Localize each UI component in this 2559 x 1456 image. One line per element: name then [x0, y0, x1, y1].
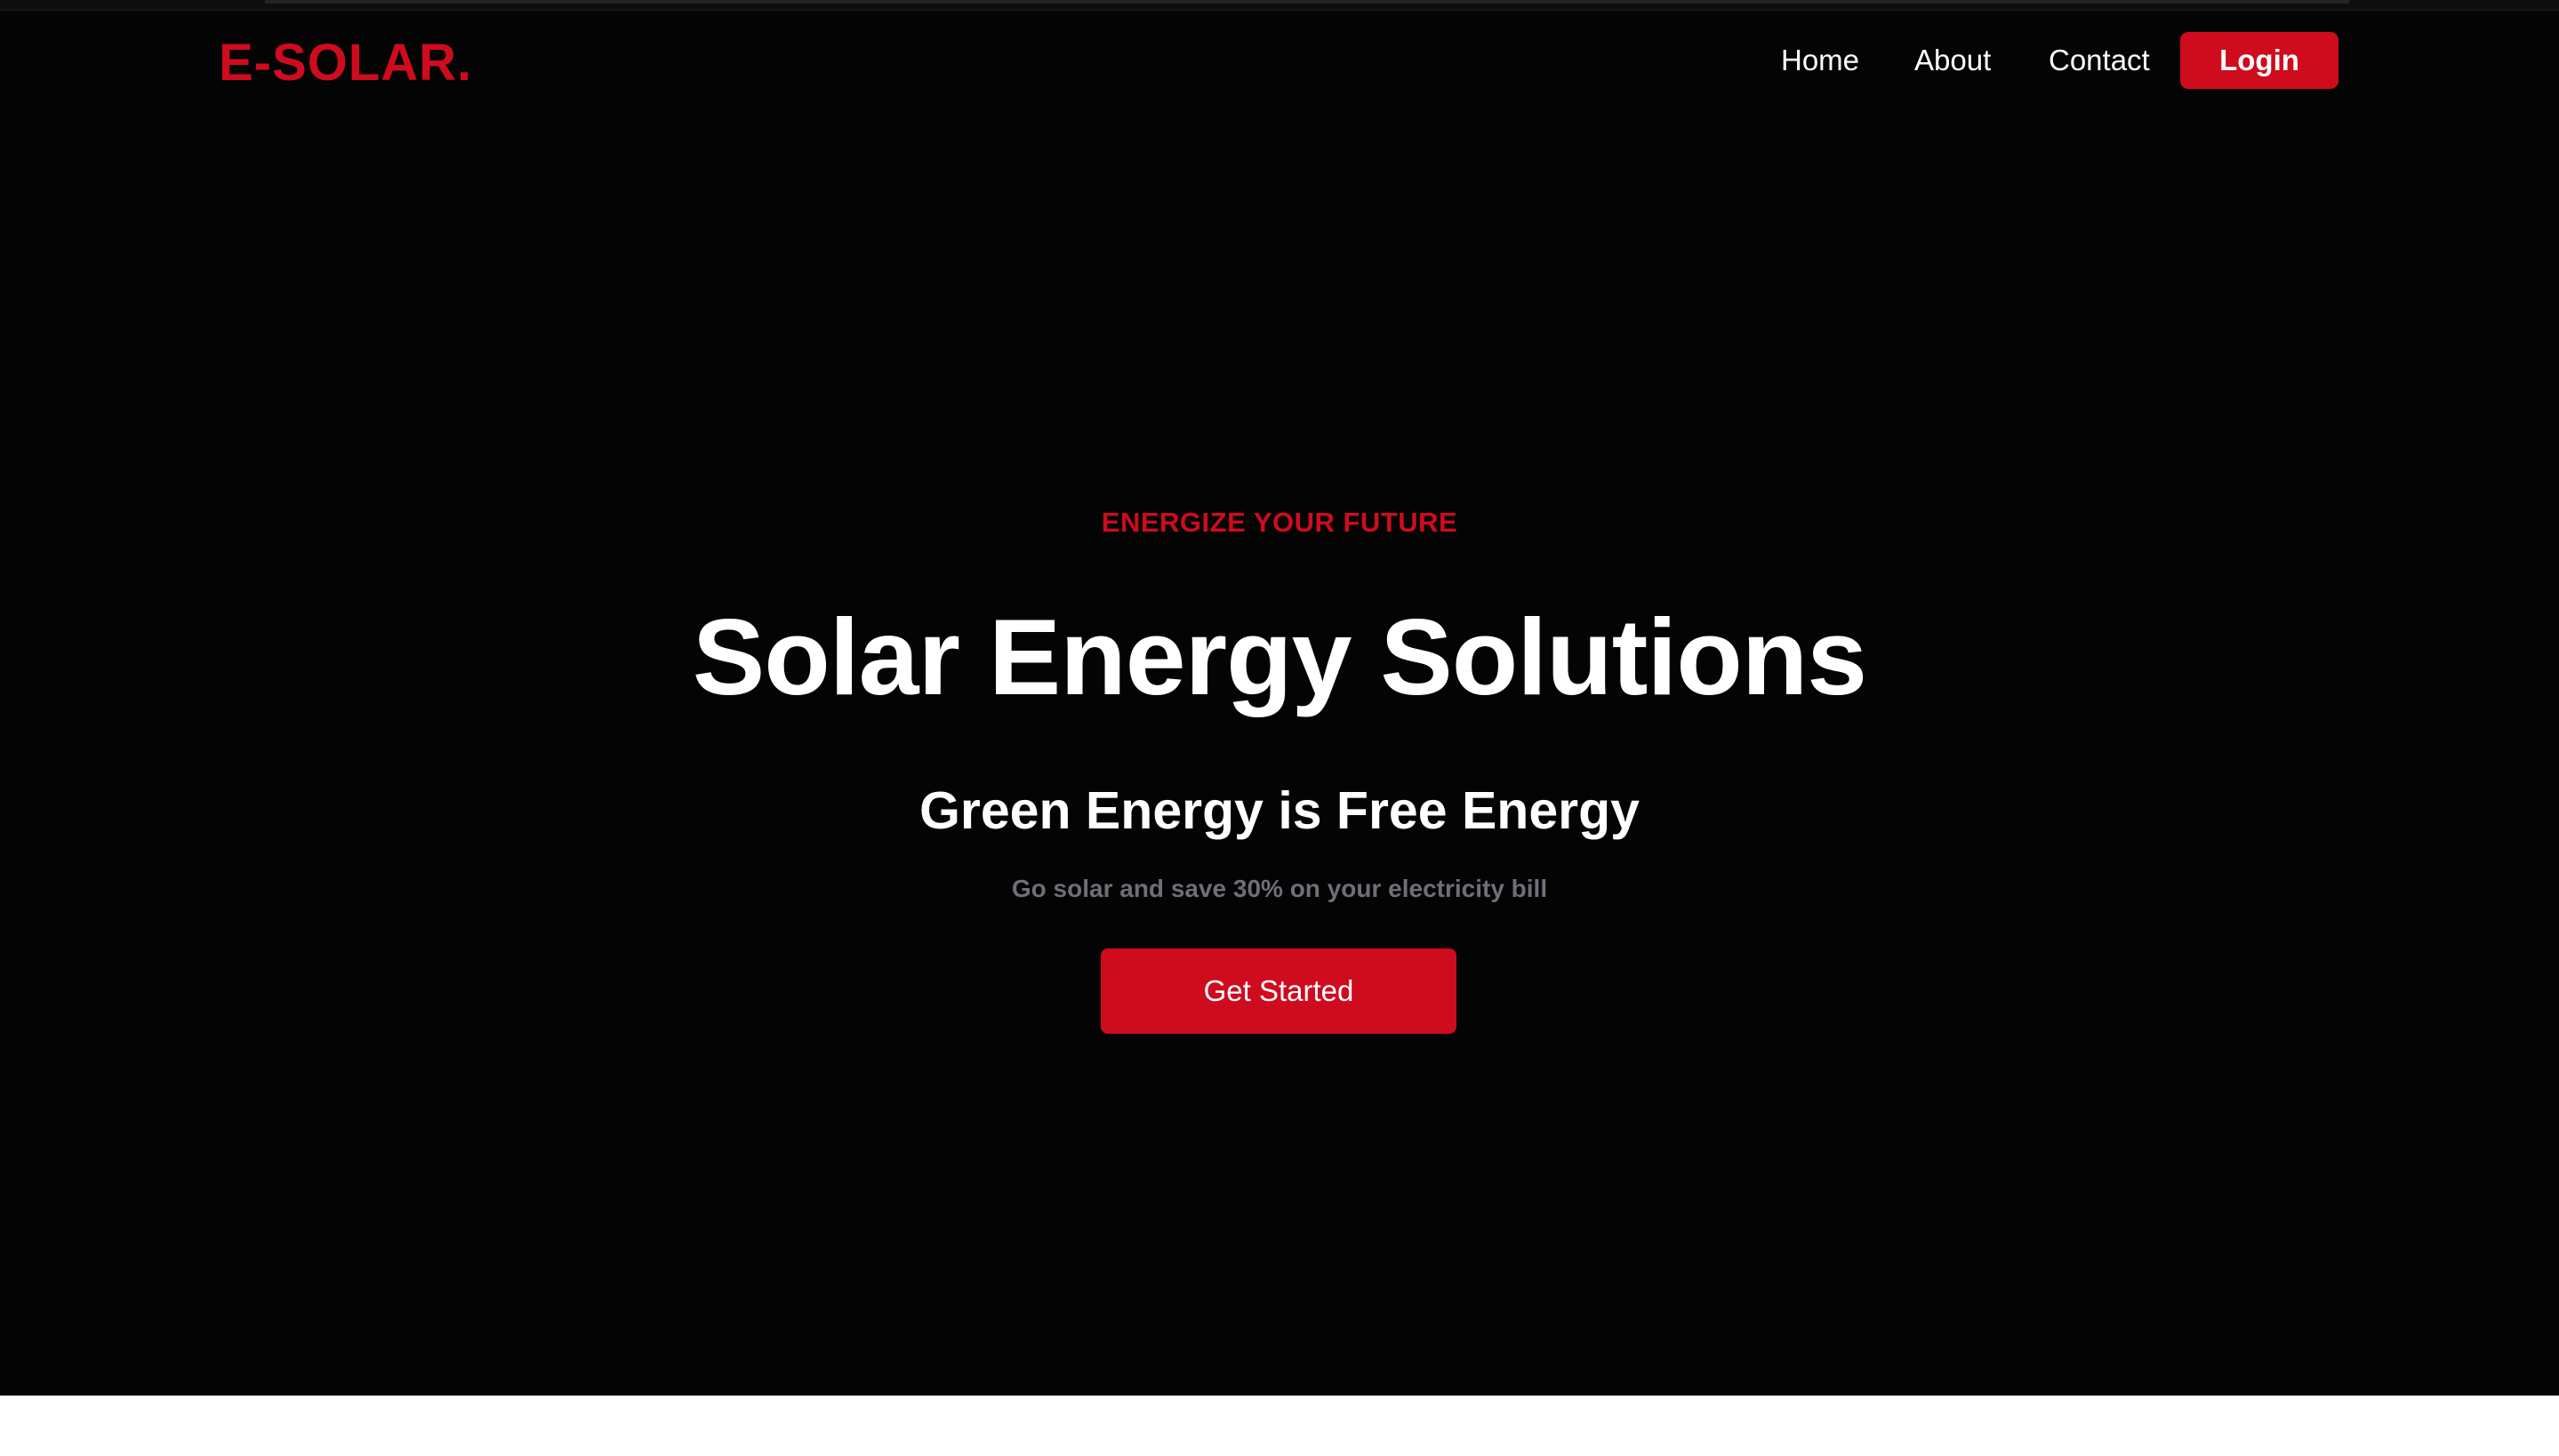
brand-logo[interactable]: E-SOLAR. — [219, 32, 472, 94]
nav-link-contact[interactable]: Contact — [2049, 32, 2150, 89]
hero-subtitle: Green Energy is Free Energy — [919, 781, 1640, 840]
page: E-SOLAR. Home About Contact Login ENERGI… — [0, 0, 2559, 1456]
login-button[interactable]: Login — [2180, 32, 2338, 89]
hero-title: Solar Energy Solutions — [692, 596, 1867, 717]
hero-tagline: Go solar and save 30% on your electricit… — [1011, 875, 1548, 902]
top-strip — [0, 0, 2559, 11]
nav-link-about[interactable]: About — [1914, 32, 1991, 89]
get-started-button[interactable]: Get Started — [1101, 948, 1456, 1034]
nav-link-home[interactable]: Home — [1781, 32, 1859, 89]
top-strip-bar — [265, 0, 2349, 4]
hero-eyebrow: ENERGIZE YOUR FUTURE — [1101, 507, 1458, 538]
hero-section: E-SOLAR. Home About Contact Login ENERGI… — [0, 0, 2559, 1396]
